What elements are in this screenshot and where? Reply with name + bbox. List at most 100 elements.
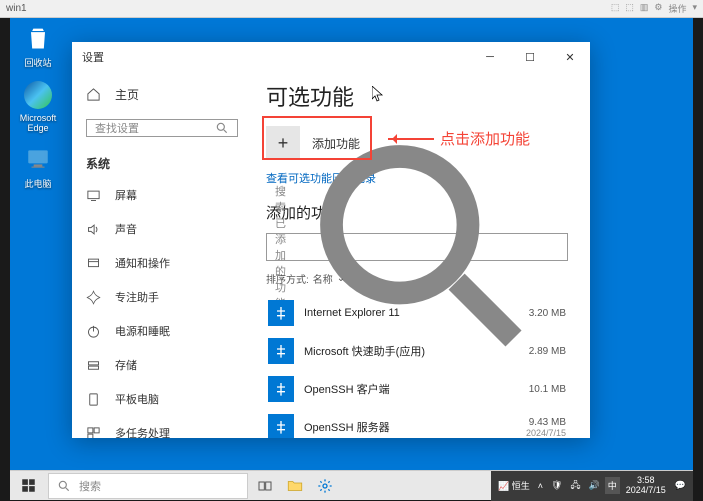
settings-sidebar: 主页 查找设置 系统 屏幕 声音 通知和操作	[72, 72, 252, 438]
desktop[interactable]: 回收站 Microsoft Edge 此电脑 设置 ─ ☐ ✕ 主页	[10, 18, 693, 500]
desktop-icon-edge[interactable]: Microsoft Edge	[16, 79, 60, 133]
sidebar-item-label: 声音	[115, 221, 137, 237]
feature-icon	[268, 414, 294, 438]
search-placeholder: 查找设置	[95, 120, 215, 136]
sidebar-item-multitask[interactable]: 多任务处理	[72, 416, 252, 438]
sidebar-item-tablet[interactable]: 平板电脑	[72, 382, 252, 416]
search-icon	[215, 121, 229, 135]
tray-chevron-up-icon[interactable]: ˄	[535, 481, 546, 491]
start-button[interactable]	[10, 471, 46, 501]
feature-size: 2.89 MB	[529, 346, 566, 357]
feature-date: 2024/7/15	[526, 428, 566, 438]
feature-size: 10.1 MB	[529, 384, 566, 395]
sidebar-item-label: 多任务处理	[115, 425, 170, 438]
vm-ctrl-gear-icon[interactable]: ⚙	[654, 2, 662, 15]
taskbar-search[interactable]: 搜索	[48, 473, 248, 499]
tray-stock[interactable]: 📈 恒生	[495, 479, 533, 492]
sidebar-item-display[interactable]: 屏幕	[72, 178, 252, 212]
vm-ctrl-dropdown-icon[interactable]: ▾	[692, 2, 697, 15]
feature-item[interactable]: Microsoft 快速助手(应用) 2.89 MB	[266, 332, 568, 370]
sidebar-item-label: 专注助手	[115, 289, 159, 305]
task-view-button[interactable]	[250, 471, 280, 501]
window-titlebar[interactable]: 设置 ─ ☐ ✕	[72, 42, 590, 72]
tray-volume-icon[interactable]: 🔊	[586, 480, 603, 491]
vm-ctrl-action[interactable]: 操作	[668, 2, 686, 15]
vm-ctrl-icon[interactable]: ▥	[640, 2, 649, 15]
folder-icon	[286, 477, 304, 495]
chevron-down-icon: ⌄	[337, 273, 345, 284]
vm-ctrl-icon[interactable]: ⬚	[611, 2, 620, 15]
minimize-button[interactable]: ─	[470, 42, 510, 72]
feature-name: Microsoft 快速助手(应用)	[304, 343, 519, 359]
desktop-icon-label: Microsoft Edge	[16, 113, 60, 133]
feature-name: OpenSSH 客户端	[304, 381, 519, 397]
desktop-icon-label: 回收站	[24, 56, 51, 69]
computer-icon	[25, 146, 51, 172]
sidebar-item-power[interactable]: 电源和睡眠	[72, 314, 252, 348]
settings-search-input[interactable]: 查找设置	[86, 119, 238, 137]
sidebar-item-storage[interactable]: 存储	[72, 348, 252, 382]
display-icon	[86, 188, 101, 203]
feature-item[interactable]: OpenSSH 客户端 10.1 MB	[266, 370, 568, 408]
recycle-bin-icon	[24, 24, 52, 52]
taskbar-app-settings[interactable]	[310, 471, 340, 501]
tray-network-icon[interactable]: 🖧	[567, 478, 583, 494]
tray-date: 2024/7/15	[626, 486, 666, 496]
sound-icon	[86, 222, 101, 237]
vm-controls: ⬚ ⬚ ▥ ⚙ 操作 ▾	[611, 2, 697, 15]
sidebar-home-label: 主页	[115, 86, 139, 103]
annotation-text: 点击添加功能	[440, 128, 530, 149]
system-tray: 📈 恒生 ˄ 🛡 🖧 🔊 中 3:58 2024/7/15 💬	[491, 471, 693, 501]
annotation-arrow: 点击添加功能	[388, 128, 530, 149]
sort-label: 排序方式:	[266, 271, 309, 286]
feature-name: OpenSSH 服务器	[304, 419, 516, 435]
close-button[interactable]: ✕	[550, 42, 590, 72]
sidebar-section-label: 系统	[72, 145, 252, 178]
sidebar-item-sound[interactable]: 声音	[72, 212, 252, 246]
feature-list: Internet Explorer 11 3.20 MB Microsoft 快…	[266, 294, 568, 438]
sidebar-home[interactable]: 主页	[72, 78, 252, 111]
tablet-icon	[86, 392, 101, 407]
desktop-icon-label: 此电脑	[24, 177, 51, 190]
storage-icon	[86, 358, 101, 373]
window-title: 设置	[82, 49, 470, 65]
taskbar-app-explorer[interactable]	[280, 471, 310, 501]
settings-window: 设置 ─ ☐ ✕ 主页 查找设置 系统 屏幕	[72, 42, 590, 438]
settings-main: 可选功能 + 添加功能 点击添加功能 查看可选功能历史记录 添加的功能 搜索已添…	[252, 72, 590, 438]
feature-item[interactable]: Internet Explorer 11 3.20 MB	[266, 294, 568, 332]
feature-search-placeholder: 搜索已添加的功能	[275, 183, 286, 311]
sidebar-item-notifications[interactable]: 通知和操作	[72, 246, 252, 280]
feature-search-input[interactable]: 搜索已添加的功能	[266, 233, 568, 261]
home-icon	[86, 87, 101, 102]
tray-ime[interactable]: 中	[605, 477, 620, 494]
feature-item[interactable]: OpenSSH 服务器 9.43 MB 2024/7/15	[266, 408, 568, 438]
sidebar-item-label: 平板电脑	[115, 391, 159, 407]
sort-control[interactable]: 排序方式: 名称 ⌄	[266, 271, 568, 286]
task-view-icon	[257, 478, 273, 494]
notification-icon	[86, 256, 101, 271]
windows-icon	[21, 478, 36, 493]
sidebar-item-label: 存储	[115, 357, 137, 373]
vm-titlebar: win1 ⬚ ⬚ ▥ ⚙ 操作 ▾	[0, 0, 703, 18]
tray-notifications-icon[interactable]: 💬	[672, 480, 689, 491]
sidebar-item-focus[interactable]: 专注助手	[72, 280, 252, 314]
power-icon	[86, 324, 101, 339]
feature-size: 9.43 MB	[529, 417, 566, 428]
feature-size: 3.20 MB	[529, 308, 566, 319]
focus-icon	[86, 290, 101, 305]
maximize-button[interactable]: ☐	[510, 42, 550, 72]
taskbar: 搜索 📈 恒生 ˄ 🛡 🖧 🔊 中 3:58 2024/7/15 💬	[10, 470, 693, 500]
taskbar-search-placeholder: 搜索	[79, 478, 101, 494]
feature-name: Internet Explorer 11	[304, 307, 519, 319]
tray-security-icon[interactable]: 🛡	[548, 480, 565, 491]
desktop-icon-this-pc[interactable]: 此电脑	[16, 143, 60, 190]
sidebar-item-label: 电源和睡眠	[115, 323, 170, 339]
vm-title: win1	[6, 3, 611, 14]
feature-icon	[268, 376, 294, 402]
desktop-icon-recycle-bin[interactable]: 回收站	[16, 22, 60, 69]
vm-ctrl-icon[interactable]: ⬚	[625, 2, 634, 15]
edge-icon	[24, 81, 52, 109]
tray-clock[interactable]: 3:58 2024/7/15	[622, 476, 670, 496]
search-icon	[57, 479, 71, 493]
feature-icon	[268, 338, 294, 364]
